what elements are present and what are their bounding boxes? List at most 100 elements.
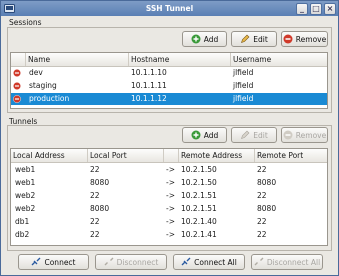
session-username: jlfield bbox=[233, 81, 254, 90]
minimize-button[interactable]: _ bbox=[296, 3, 308, 15]
tunnel-remote-port: 8080 bbox=[257, 204, 277, 213]
tunnels-edit-button[interactable]: Edit bbox=[231, 127, 277, 143]
header-hostname[interactable]: Hostname bbox=[129, 53, 231, 66]
tunnels-add-label: Add bbox=[203, 130, 219, 140]
tunnels-remove-label: Remove bbox=[295, 130, 327, 140]
sessions-add-button[interactable]: Add bbox=[182, 31, 227, 47]
tunnel-local-port: 22 bbox=[90, 230, 100, 239]
connect-label: Connect bbox=[44, 257, 76, 267]
sessions-remove-button[interactable]: Remove bbox=[281, 31, 328, 47]
tunnel-remote-address: 10.2.1.41 bbox=[181, 230, 217, 239]
tunnel-local-address: web1 bbox=[15, 165, 36, 174]
sessions-table: Name Hostname Username dev 10.1.1.10 jlfie… bbox=[10, 52, 328, 109]
sessions-add-label: Add bbox=[203, 34, 219, 44]
tunnel-remote-address: 10.2.1.40 bbox=[181, 217, 217, 226]
session-name: dev bbox=[29, 68, 43, 77]
sessions-table-header: Name Hostname Username bbox=[11, 53, 327, 67]
add-icon bbox=[191, 34, 201, 44]
app-icon bbox=[4, 4, 15, 13]
window-title: SSH Tunnel bbox=[145, 4, 194, 13]
tunnel-local-port: 22 bbox=[90, 217, 100, 226]
connect-all-label: Connect All bbox=[194, 257, 237, 267]
session-row[interactable]: production 10.1.1.12 jlfield bbox=[11, 93, 327, 105]
tunnel-remote-address: 10.2.1.51 bbox=[181, 204, 217, 213]
tunnel-arrow: -> bbox=[166, 191, 175, 200]
pencil-icon bbox=[241, 130, 250, 139]
session-status-icon bbox=[13, 69, 21, 77]
pencil-icon bbox=[241, 34, 250, 43]
session-row[interactable]: staging 10.1.1.11 jlfield bbox=[11, 80, 327, 92]
tunnel-row[interactable]: web1 22 -> 10.2.1.50 22 bbox=[11, 164, 327, 176]
remove-icon bbox=[283, 34, 293, 44]
tunnel-local-port: 8080 bbox=[90, 178, 110, 187]
tunnel-remote-address: 10.2.1.50 bbox=[181, 165, 217, 174]
header-local-address[interactable]: Local Address bbox=[11, 149, 88, 162]
session-name: production bbox=[29, 94, 70, 103]
tunnel-local-port: 22 bbox=[90, 191, 100, 200]
header-arrow-column[interactable] bbox=[164, 149, 179, 162]
sessions-edit-button[interactable]: Edit bbox=[231, 31, 277, 47]
tunnel-remote-port: 8080 bbox=[257, 178, 277, 187]
ssh-tunnel-window: SSH Tunnel _ □ × Sessions Add Edit Remov… bbox=[0, 0, 339, 276]
connect-all-icon bbox=[181, 257, 191, 266]
tunnel-row[interactable]: web1 8080 -> 10.2.1.50 8080 bbox=[11, 177, 327, 189]
title-bar[interactable]: SSH Tunnel _ □ × bbox=[1, 1, 338, 16]
tunnel-remote-port: 22 bbox=[257, 165, 267, 174]
tunnel-arrow: -> bbox=[166, 178, 175, 187]
tunnel-remote-port: 22 bbox=[257, 191, 267, 200]
tunnel-remote-port: 22 bbox=[257, 230, 267, 239]
sessions-remove-label: Remove bbox=[295, 34, 327, 44]
tunnel-row[interactable]: web2 22 -> 10.2.1.51 22 bbox=[11, 190, 327, 202]
session-hostname: 10.1.1.10 bbox=[131, 68, 167, 77]
session-username: jlfield bbox=[233, 68, 254, 77]
tunnels-remove-button[interactable]: Remove bbox=[281, 127, 328, 143]
sessions-edit-label: Edit bbox=[253, 34, 268, 44]
sessions-label: Sessions bbox=[9, 18, 42, 27]
tunnel-arrow: -> bbox=[166, 230, 175, 239]
disconnect-button[interactable]: Disconnect bbox=[95, 254, 167, 270]
tunnel-local-port: 8080 bbox=[90, 204, 110, 213]
disconnect-all-label: Disconnect All bbox=[266, 257, 321, 267]
header-local-port[interactable]: Local Port bbox=[88, 149, 164, 162]
tunnel-row[interactable]: db1 22 -> 10.2.1.40 22 bbox=[11, 216, 327, 228]
tunnel-local-address: db1 bbox=[15, 217, 30, 226]
tunnel-remote-address: 10.2.1.51 bbox=[181, 191, 217, 200]
tunnels-table-header: Local Address Local Port Remote Address … bbox=[11, 149, 327, 163]
session-row[interactable]: dev 10.1.1.10 jlfield bbox=[11, 67, 327, 79]
tunnels-table: Local Address Local Port Remote Address … bbox=[10, 148, 328, 246]
tunnel-arrow: -> bbox=[166, 217, 175, 226]
tunnel-local-address: web2 bbox=[15, 191, 36, 200]
tunnel-local-address: web1 bbox=[15, 178, 36, 187]
tunnels-add-button[interactable]: Add bbox=[182, 127, 227, 143]
header-username[interactable]: Username bbox=[231, 53, 327, 66]
session-hostname: 10.1.1.11 bbox=[131, 81, 167, 90]
disconnect-icon bbox=[104, 257, 114, 266]
tunnel-remote-port: 22 bbox=[257, 217, 267, 226]
tunnel-arrow: -> bbox=[166, 204, 175, 213]
disconnect-label: Disconnect bbox=[116, 257, 159, 267]
session-status-icon bbox=[13, 82, 21, 90]
connect-button[interactable]: Connect bbox=[18, 254, 89, 270]
tunnel-arrow: -> bbox=[166, 165, 175, 174]
connect-all-button[interactable]: Connect All bbox=[173, 254, 245, 270]
add-icon bbox=[191, 130, 201, 140]
session-username: jlfield bbox=[233, 94, 254, 103]
session-name: staging bbox=[29, 81, 57, 90]
tunnel-remote-address: 10.2.1.50 bbox=[181, 178, 217, 187]
maximize-button[interactable]: □ bbox=[310, 3, 322, 15]
header-name[interactable]: Name bbox=[26, 53, 129, 66]
tunnels-edit-label: Edit bbox=[253, 130, 268, 140]
close-button[interactable]: × bbox=[324, 3, 336, 15]
disconnect-all-icon bbox=[254, 257, 264, 266]
tunnel-local-port: 22 bbox=[90, 165, 100, 174]
header-remote-address[interactable]: Remote Address bbox=[179, 149, 255, 162]
tunnel-row[interactable]: web2 8080 -> 10.2.1.51 8080 bbox=[11, 203, 327, 215]
connect-icon bbox=[31, 257, 41, 266]
header-icon-column[interactable] bbox=[11, 53, 26, 66]
remove-icon bbox=[283, 130, 293, 140]
tunnel-local-address: db2 bbox=[15, 230, 30, 239]
disconnect-all-button[interactable]: Disconnect All bbox=[251, 254, 323, 270]
header-remote-port[interactable]: Remote Port bbox=[255, 149, 327, 162]
session-hostname: 10.1.1.12 bbox=[131, 94, 167, 103]
tunnel-row[interactable]: db2 22 -> 10.2.1.41 22 bbox=[11, 229, 327, 241]
